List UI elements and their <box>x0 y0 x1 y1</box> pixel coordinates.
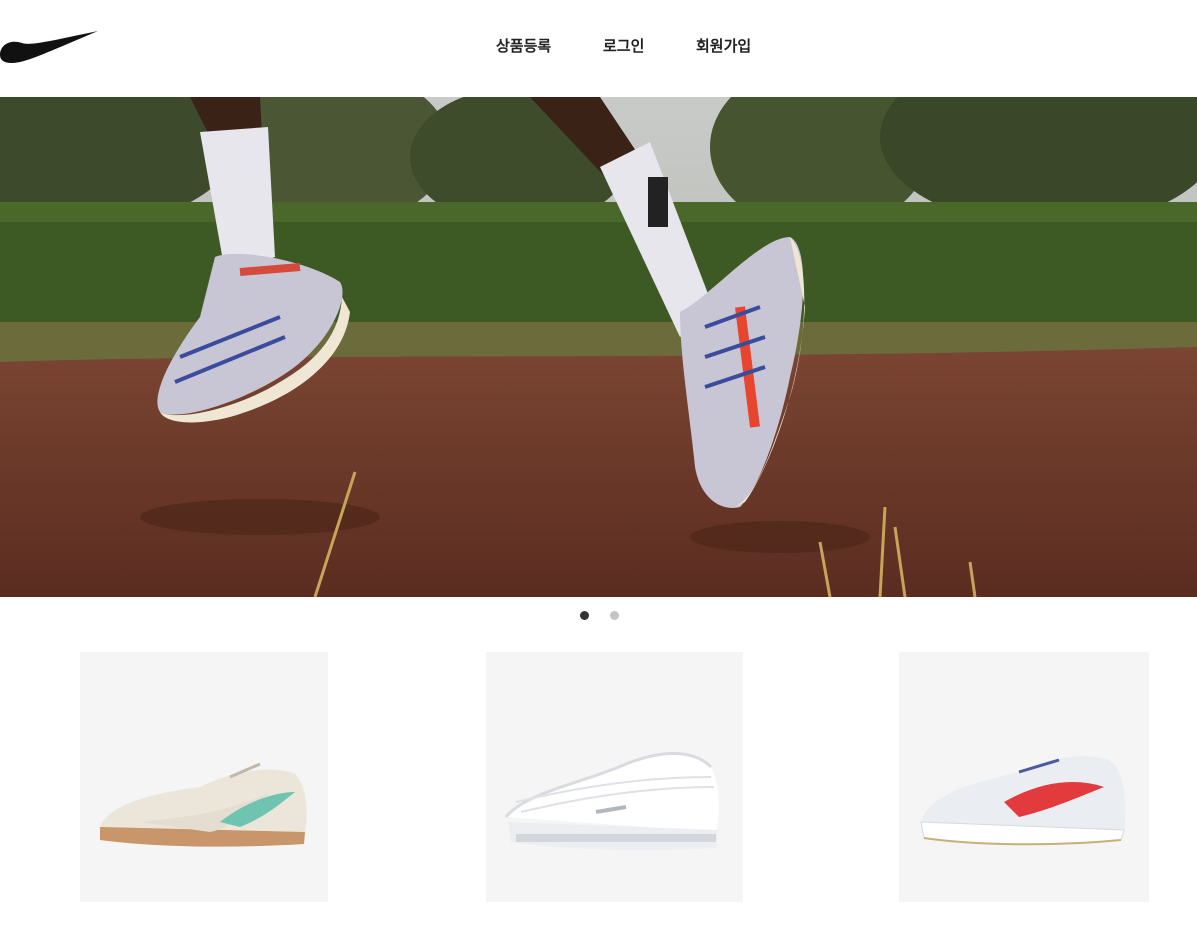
nav-link-signup[interactable]: 회원가입 <box>696 34 751 58</box>
carousel-dot-2[interactable] <box>610 611 619 620</box>
product-card-2[interactable] <box>486 652 743 902</box>
site-header: 상품등록 로그인 회원가입 <box>0 0 1197 97</box>
product-card-3[interactable] <box>899 652 1149 902</box>
carousel-indicators <box>0 611 1197 621</box>
product-image-1 <box>80 652 328 902</box>
product-image-3 <box>899 652 1149 902</box>
product-image-2 <box>486 652 743 902</box>
product-card-1[interactable] <box>80 652 328 902</box>
nav-link-product-register[interactable]: 상품등록 <box>496 34 551 58</box>
nav-link-login[interactable]: 로그인 <box>603 34 644 58</box>
carousel-dot-1[interactable] <box>580 611 589 620</box>
hero-banner-image[interactable] <box>0 97 1197 597</box>
main-nav: 상품등록 로그인 회원가입 <box>0 34 1197 58</box>
